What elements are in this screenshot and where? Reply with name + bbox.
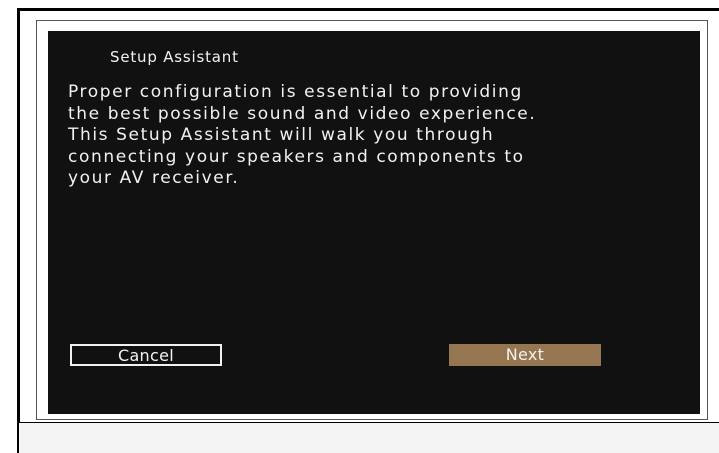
- frame-bottom-band: [19, 423, 719, 453]
- description-line: Proper configuration is essential to pro…: [68, 82, 523, 102]
- description-line: connecting your speakers and components …: [68, 146, 525, 167]
- description-line: the best possible sound and video experi…: [68, 103, 537, 124]
- description-line: your AV receiver.: [68, 168, 240, 188]
- dialog-description: Proper configuration is essential to pro…: [68, 82, 628, 190]
- next-button[interactable]: Next: [449, 344, 601, 366]
- description-line: This Setup Assistant will walk you throu…: [68, 125, 495, 145]
- frame-top-border: [18, 8, 719, 11]
- frame-left-border: [17, 8, 20, 453]
- dialog-title: Setup Assistant: [110, 48, 239, 66]
- cancel-button[interactable]: Cancel: [70, 344, 222, 366]
